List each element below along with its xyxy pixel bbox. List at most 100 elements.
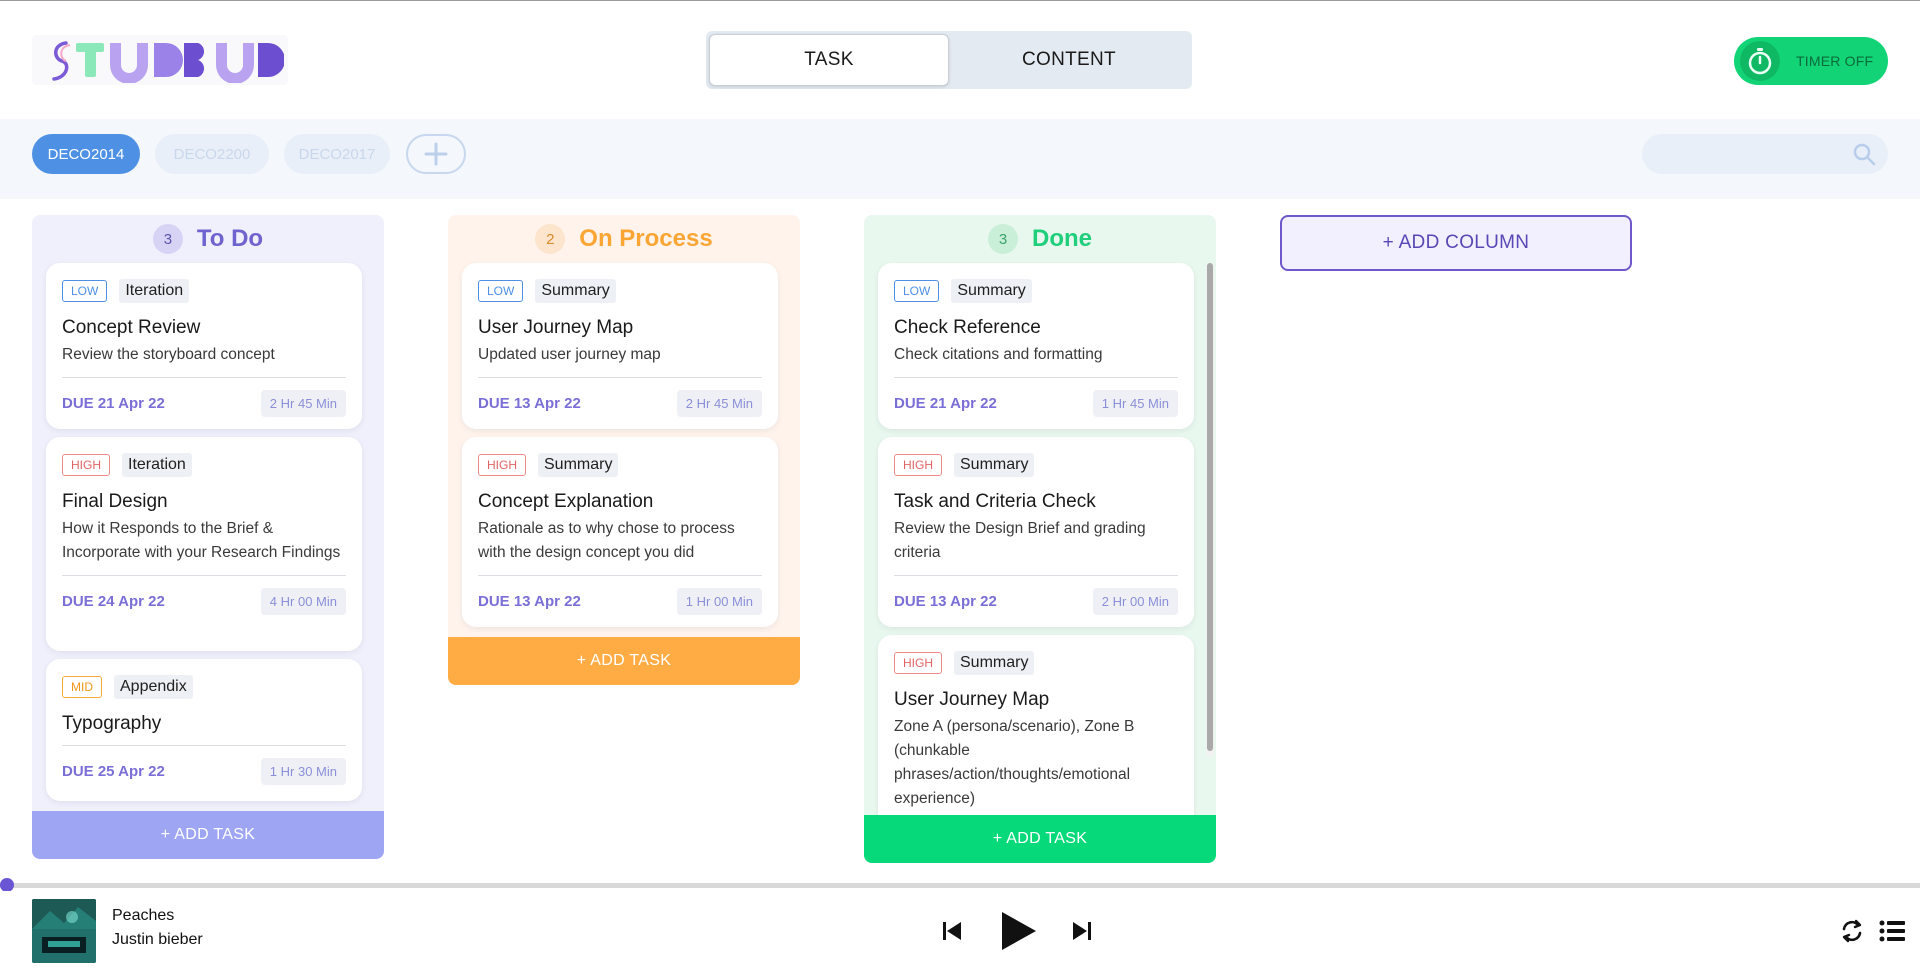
priority-badge: HIGH: [894, 454, 942, 476]
due-date: DUE 13 Apr 22: [478, 395, 581, 412]
task-title: Concept Review: [62, 317, 201, 338]
queue-icon: [1879, 920, 1905, 942]
due-date: DUE 21 Apr 22: [894, 395, 997, 412]
priority-badge: LOW: [894, 280, 940, 302]
stopwatch-icon: [1740, 41, 1780, 81]
task-description: Rationale as to why chose to process wit…: [478, 520, 735, 561]
category-tag: Summary: [954, 453, 1035, 477]
column-header: 3 To Do: [32, 215, 384, 263]
category-tag: Iteration: [119, 279, 190, 303]
category-tag: Appendix: [114, 675, 193, 699]
scroll-thumb[interactable]: [1207, 263, 1213, 751]
duration-badge: 1 Hr 00 Min: [676, 588, 762, 615]
task-description: Review the Design Brief and grading crit…: [894, 520, 1146, 561]
task-description: Review the storyboard concept: [62, 346, 275, 363]
task-title: Task and Criteria Check: [894, 491, 1096, 512]
duration-badge: 1 Hr 30 Min: [260, 758, 346, 785]
tab-task[interactable]: TASK: [709, 34, 949, 86]
priority-badge: HIGH: [478, 454, 526, 476]
playback-progress-bar[interactable]: [0, 883, 1920, 888]
task-card[interactable]: MID Appendix Typography DUE 25 Apr 22 1 …: [46, 659, 362, 801]
previous-button[interactable]: [936, 915, 968, 947]
task-title: User Journey Map: [478, 317, 634, 338]
column-header: 2 On Process: [448, 215, 800, 263]
task-card[interactable]: HIGH Summary Task and Criteria Check Rev…: [878, 437, 1194, 627]
category-tag: Summary: [951, 279, 1032, 303]
task-description: Check citations and formatting: [894, 346, 1103, 363]
task-description: Zone A (persona/scenario), Zone B (chunk…: [894, 718, 1135, 807]
unit-chip-deco2200[interactable]: DECO2200: [155, 134, 269, 174]
duration-badge: 1 Hr 45 Min: [1092, 390, 1178, 417]
add-unit-button[interactable]: [406, 134, 466, 174]
due-date: DUE 24 Apr 22: [62, 593, 165, 610]
task-card[interactable]: HIGH Summary User Journey Map Zone A (pe…: [878, 635, 1194, 835]
task-title: Concept Explanation: [478, 491, 654, 512]
music-player: Peaches Justin bieber: [0, 891, 1920, 970]
add-task-button[interactable]: + ADD TASK: [864, 815, 1216, 863]
song-title: Peaches: [112, 907, 175, 924]
task-title: Final Design: [62, 491, 168, 512]
timer-toggle[interactable]: TIMER OFF: [1734, 37, 1888, 85]
task-card[interactable]: LOW Iteration Concept Review Review the …: [46, 263, 362, 429]
duration-badge: 2 Hr 45 Min: [676, 390, 762, 417]
unit-chip-deco2017[interactable]: DECO2017: [284, 134, 390, 174]
category-tag: Iteration: [122, 453, 192, 477]
timer-label: TIMER OFF: [1796, 53, 1874, 69]
queue-button[interactable]: [1876, 915, 1908, 947]
task-count-badge: 3: [152, 224, 183, 254]
category-tag: Summary: [538, 453, 619, 477]
column-header: 3 Done: [864, 215, 1216, 263]
due-date: DUE 21 Apr 22: [62, 395, 165, 412]
priority-badge: HIGH: [894, 652, 942, 674]
task-count-badge: 2: [535, 224, 566, 254]
task-card[interactable]: LOW Summary User Journey Map Updated use…: [462, 263, 778, 429]
logo-wordmark: [52, 41, 284, 83]
priority-badge: MID: [62, 676, 102, 698]
task-title: Typography: [62, 713, 162, 734]
search-icon[interactable]: [1852, 142, 1876, 166]
column-done: 3 Done LOW Summary Check Reference Check…: [864, 215, 1216, 863]
next-icon: [1073, 922, 1091, 940]
add-task-button[interactable]: + ADD TASK: [448, 637, 800, 685]
duration-badge: 2 Hr 45 Min: [260, 390, 346, 417]
repeat-button[interactable]: [1836, 915, 1868, 947]
view-switcher: TASK CONTENT: [706, 31, 1192, 89]
category-tag: Summary: [535, 279, 616, 303]
app-header: TASK CONTENT TIMER OFF: [0, 1, 1920, 119]
previous-icon: [943, 922, 961, 940]
priority-badge: LOW: [478, 280, 524, 302]
priority-badge: HIGH: [62, 454, 110, 476]
task-card[interactable]: HIGH Iteration Final Design How it Respo…: [46, 437, 362, 651]
due-date: DUE 13 Apr 22: [894, 593, 997, 610]
progress-handle[interactable]: [0, 878, 14, 892]
column-title: To Do: [196, 225, 264, 252]
add-column-button[interactable]: + ADD COLUMN: [1280, 215, 1632, 271]
tab-content[interactable]: CONTENT: [948, 34, 1190, 86]
studbud-logo[interactable]: [32, 35, 288, 85]
unit-toolbar: DECO2014 DECO2200 DECO2017: [0, 119, 1920, 199]
task-description: How it Responds to the Brief & Incorpora…: [62, 520, 341, 561]
due-date: DUE 13 Apr 22: [478, 593, 581, 610]
artist-name: Justin bieber: [112, 931, 203, 948]
column-on-process: 2 On Process LOW Summary User Journey Ma…: [448, 215, 800, 685]
category-tag: Summary: [954, 651, 1035, 675]
task-card[interactable]: LOW Summary Check Reference Check citati…: [878, 263, 1194, 429]
unit-chip-deco2014[interactable]: DECO2014: [32, 134, 140, 174]
due-date: DUE 25 Apr 22: [62, 763, 165, 780]
task-description: Updated user journey map: [478, 346, 661, 363]
task-card[interactable]: HIGH Summary Concept Explanation Rationa…: [462, 437, 778, 627]
search-input[interactable]: [1642, 134, 1842, 174]
column-title: Done: [1032, 225, 1092, 252]
column-scrollbar[interactable]: [1206, 263, 1214, 757]
play-button[interactable]: [994, 907, 1042, 955]
duration-badge: 4 Hr 00 Min: [260, 588, 346, 615]
album-art: [32, 899, 96, 963]
next-button[interactable]: [1066, 915, 1098, 947]
priority-badge: LOW: [62, 280, 108, 302]
search-box: [1642, 134, 1888, 174]
column-title: On Process: [579, 225, 713, 252]
add-task-button[interactable]: + ADD TASK: [32, 811, 384, 859]
repeat-icon: [1842, 919, 1862, 943]
plus-icon: [424, 142, 448, 166]
task-count-badge: 3: [988, 224, 1018, 254]
